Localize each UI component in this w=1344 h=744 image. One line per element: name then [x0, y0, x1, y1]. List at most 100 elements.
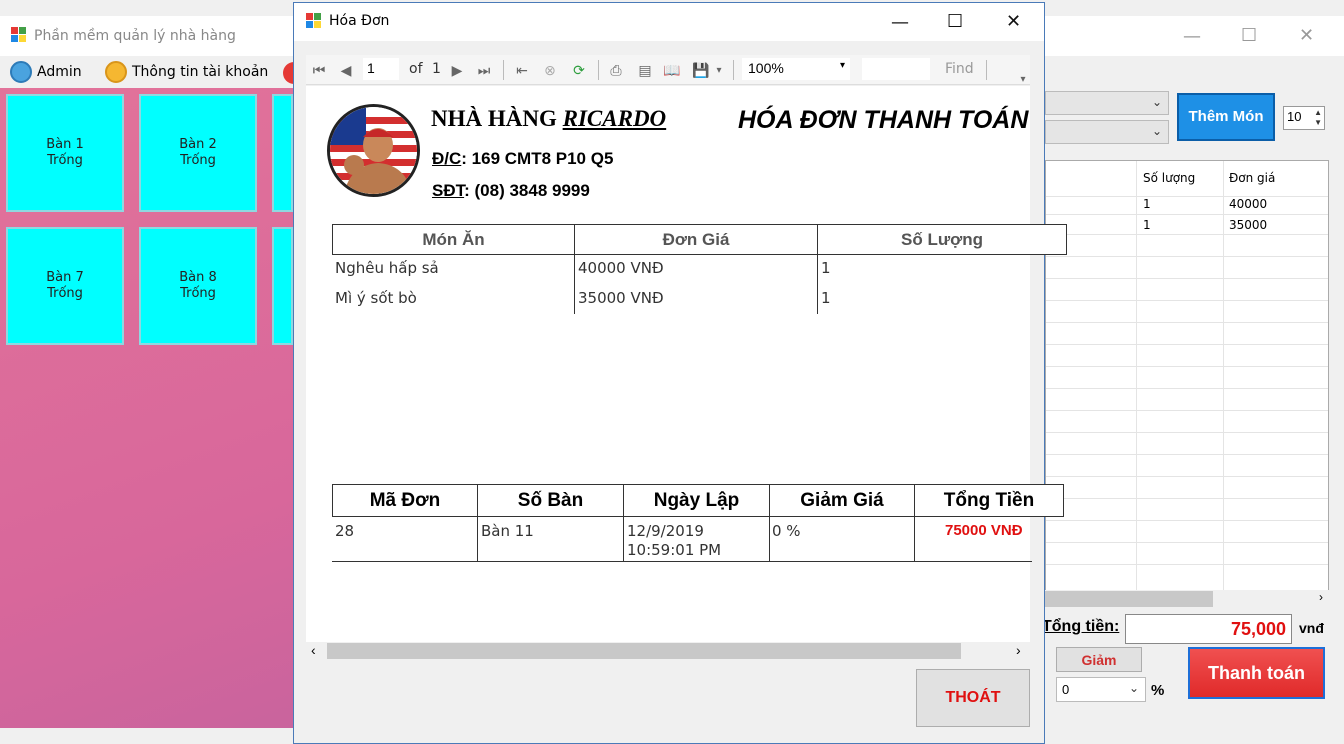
main-window-title: Phần mềm quản lý nhà hàng: [34, 28, 236, 44]
close-icon[interactable]: ✕: [1006, 11, 1021, 32]
item-qty: 1: [821, 289, 831, 307]
invoice-heading: HÓA ĐƠN THANH TOÁN: [738, 106, 1029, 134]
total-amount-field: 75,000: [1125, 614, 1292, 644]
grid-row-line: [1046, 410, 1328, 411]
item-name: Mì ý sốt bò: [335, 289, 417, 307]
food-combo[interactable]: ⌄: [1045, 120, 1169, 144]
export-icon[interactable]: 💾: [692, 61, 710, 79]
grid-row-line: [1046, 366, 1328, 367]
back-icon[interactable]: ⇤: [513, 61, 531, 79]
add-food-button[interactable]: Thêm Món: [1177, 93, 1275, 141]
first-page-icon[interactable]: ⏮: [310, 61, 328, 79]
scroll-left-icon[interactable]: ‹: [311, 642, 316, 658]
items-header-qty: Số Lượng: [817, 224, 1067, 255]
grid-row-line: [1046, 520, 1328, 521]
menu-account-label: Thông tin tài khoản: [132, 64, 269, 80]
items-col-divider: [574, 254, 575, 314]
menu-account-info[interactable]: Thông tin tài khoản: [105, 60, 268, 84]
zoom-select[interactable]: 100% ▾: [742, 58, 850, 80]
table-button-9[interactable]: [272, 227, 293, 345]
chevron-down-icon: ⌄: [1128, 681, 1139, 695]
page-setup-icon[interactable]: 📖: [663, 61, 681, 79]
summary-date: 12/9/2019 10:59:01 PM: [627, 522, 722, 559]
pay-button[interactable]: Thanh toán: [1188, 647, 1325, 699]
app-icon: [11, 27, 27, 43]
grid-row-line: [1046, 196, 1328, 197]
print-icon[interactable]: ⎙: [607, 61, 625, 79]
summary-col-divider: [914, 516, 915, 562]
restaurant-logo: [327, 104, 420, 197]
grid-row-line: [1046, 454, 1328, 455]
summary-total: 75000 VNĐ: [945, 522, 1023, 539]
summary-header-total: Tổng Tiền: [914, 484, 1064, 517]
quantity-stepper[interactable]: 10 ▲ ▼: [1283, 106, 1325, 130]
quantity-value: 10: [1287, 109, 1302, 124]
page-number-input[interactable]: 1: [363, 58, 399, 80]
last-page-icon[interactable]: ⏭: [475, 61, 493, 79]
invoice-title: Hóa Đơn: [329, 13, 390, 29]
zoom-value: 100%: [748, 60, 784, 76]
grid-header-price: Đơn giá: [1229, 171, 1276, 185]
refresh-icon[interactable]: ⟳: [570, 61, 588, 79]
scrollbar-thumb[interactable]: [1045, 591, 1213, 607]
maximize-icon[interactable]: ☐: [1241, 25, 1257, 46]
total-label: Tổng tiền:: [1042, 618, 1120, 635]
next-page-icon[interactable]: ▶: [448, 61, 466, 79]
maximize-icon[interactable]: ☐: [947, 11, 963, 32]
minimize-icon[interactable]: —: [1183, 26, 1201, 47]
grid-row-line: [1046, 234, 1328, 235]
summary-header-date: Ngày Lập: [623, 484, 770, 517]
discount-button[interactable]: Giảm: [1056, 647, 1142, 672]
table-button-1[interactable]: Bàn 1 Trống: [6, 94, 124, 212]
table-button-7[interactable]: Bàn 7 Trống: [6, 227, 124, 345]
app-icon: [306, 13, 322, 29]
table-status: Trống: [180, 153, 216, 168]
find-input[interactable]: [862, 58, 930, 80]
grid-row-line: [1046, 344, 1328, 345]
table-button-2[interactable]: Bàn 2 Trống: [139, 94, 257, 212]
scroll-right-icon[interactable]: ›: [1319, 590, 1323, 604]
find-button[interactable]: Find: [945, 61, 974, 77]
print-layout-icon[interactable]: ▤: [636, 61, 654, 79]
minimize-icon[interactable]: —: [891, 12, 909, 33]
grid-row-line: [1046, 300, 1328, 301]
grid-col-divider: [1136, 161, 1137, 607]
invoice-titlebar: [294, 3, 1044, 41]
table-name: Bàn 1: [46, 137, 84, 152]
chevron-down-icon[interactable]: ▾: [710, 61, 728, 79]
category-combo[interactable]: ⌄: [1045, 91, 1169, 115]
phone-label: SĐT: [432, 181, 465, 200]
grid-row-line: [1046, 498, 1328, 499]
scroll-right-icon[interactable]: ›: [1016, 642, 1021, 658]
admin-icon: [10, 61, 32, 83]
grid-cell: 40000: [1229, 197, 1268, 211]
exit-button[interactable]: THOÁT: [916, 669, 1030, 727]
scrollbar-thumb[interactable]: [327, 643, 961, 659]
item-name: Nghêu hấp sả: [335, 259, 439, 277]
order-grid-scrollbar[interactable]: ›: [1045, 590, 1329, 608]
discount-combo[interactable]: 0 ⌄: [1056, 677, 1146, 702]
restaurant-brand: RICARDO: [562, 106, 667, 131]
stop-icon[interactable]: ⊗: [541, 61, 559, 79]
phone-value: : (08) 3848 9999: [464, 181, 590, 200]
grid-header-qty: Số lượng: [1143, 171, 1196, 185]
grid-cell: 1: [1143, 218, 1151, 232]
percent-label: %: [1151, 682, 1165, 699]
phone-line: SĐT: (08) 3848 9999: [432, 181, 590, 201]
items-header-price: Đơn Giá: [574, 224, 818, 255]
order-grid[interactable]: Số lượng Đơn giá 1 40000 1 35000: [1045, 160, 1329, 608]
address-value: : 169 CMT8 P10 Q5: [461, 149, 614, 168]
menu-admin-label: Admin: [37, 64, 82, 80]
close-icon[interactable]: ✕: [1299, 25, 1314, 46]
grid-row-line: [1046, 476, 1328, 477]
summary-bottom-border: [332, 561, 1032, 562]
discount-value: 0: [1062, 682, 1070, 697]
table-status: Trống: [180, 286, 216, 301]
previous-page-icon[interactable]: ◀: [337, 61, 355, 79]
chevron-down-icon: ⌄: [1151, 95, 1162, 109]
table-button-3[interactable]: [272, 94, 293, 212]
summary-table: Bàn 11: [481, 522, 534, 540]
menu-admin[interactable]: Admin: [10, 60, 82, 84]
stepper-arrows-icon[interactable]: ▲ ▼: [1314, 108, 1322, 128]
table-button-8[interactable]: Bàn 8 Trống: [139, 227, 257, 345]
